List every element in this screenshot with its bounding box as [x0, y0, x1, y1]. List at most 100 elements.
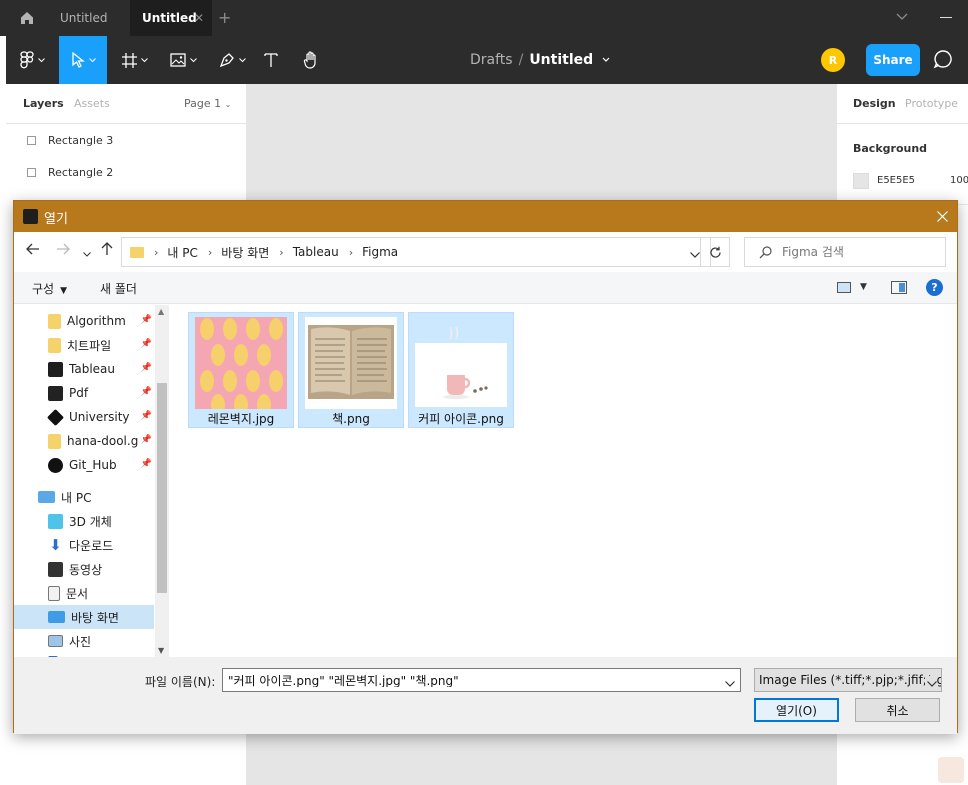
- text-tool-button[interactable]: [256, 36, 286, 84]
- cursor-arrow-icon: [71, 52, 85, 68]
- close-tab-icon[interactable]: ✕: [194, 11, 204, 25]
- scroll-down-icon[interactable]: ▼: [158, 646, 164, 655]
- nav-item-university[interactable]: University 📌: [14, 405, 154, 429]
- nav-item-label: 내 PC: [61, 490, 92, 505]
- arrow-up-icon: [101, 242, 113, 255]
- main-menu-button[interactable]: [6, 36, 58, 84]
- search-box[interactable]: [744, 237, 946, 267]
- background-opacity-value[interactable]: 100: [950, 175, 968, 186]
- window-minimize-icon[interactable]: [940, 17, 952, 18]
- tab-untitled-1[interactable]: Untitled: [48, 0, 130, 36]
- nav-item-github[interactable]: Git_Hub 📌: [14, 453, 154, 477]
- nav-item-this-pc[interactable]: 내 PC: [14, 485, 154, 509]
- nav-item-3d-objects[interactable]: 3D 개체: [14, 509, 154, 533]
- frame-tool-button[interactable]: [115, 36, 155, 84]
- comment-button[interactable]: [933, 49, 953, 72]
- layer-row[interactable]: Rectangle 3: [6, 124, 246, 156]
- new-folder-button[interactable]: 새 폴더: [100, 280, 137, 297]
- organize-label: 구성: [32, 282, 55, 296]
- nav-item-downloads[interactable]: ⬇ 다운로드: [14, 533, 154, 557]
- address-dropdown-button[interactable]: [690, 247, 700, 261]
- document-icon: [48, 585, 60, 601]
- layer-name: Rectangle 3: [48, 133, 114, 147]
- new-tab-plus-icon[interactable]: +: [218, 8, 231, 27]
- file-type-filter-select[interactable]: Image Files (*.tiff;*.pjp;*.jfif;*.gif: [754, 668, 942, 692]
- file-name-label: 커피 아이콘.png: [418, 412, 504, 426]
- address-crumb-desktop[interactable]: › 바탕 화면: [198, 244, 269, 261]
- image-tool-button[interactable]: [163, 36, 203, 84]
- search-input[interactable]: [782, 245, 932, 259]
- address-bar[interactable]: › 내 PC › 바탕 화면 › Tableau › Figma: [121, 237, 711, 267]
- nav-item-algorithm[interactable]: Algorithm 📌: [14, 309, 154, 333]
- navigation-scrollbar[interactable]: ▲ ▼: [155, 305, 169, 657]
- file-type-dropdown-button[interactable]: [925, 676, 937, 690]
- background-color-swatch[interactable]: [853, 173, 869, 189]
- background-hex-value[interactable]: E5E5E5: [877, 175, 915, 186]
- scrollbar-thumb[interactable]: [157, 383, 167, 593]
- address-crumb-figma[interactable]: › Figma: [339, 245, 398, 259]
- page-selector[interactable]: Page 1 ⌄: [184, 97, 231, 110]
- tab-untitled-2[interactable]: Untitled ✕: [130, 0, 212, 36]
- pin-icon: 📌: [140, 315, 152, 325]
- arrow-right-icon: [57, 243, 70, 255]
- 3d-objects-icon: [48, 513, 63, 529]
- move-tool-button[interactable]: [59, 36, 107, 84]
- file-name-dropdown-button[interactable]: [725, 676, 735, 690]
- nav-item-desktop[interactable]: 바탕 화면: [14, 605, 154, 629]
- address-crumb-tableau[interactable]: › Tableau: [269, 245, 338, 259]
- nav-item-tableau[interactable]: Tableau 📌: [14, 357, 154, 381]
- refresh-button[interactable]: [700, 237, 730, 267]
- file-name-input[interactable]: [228, 673, 708, 687]
- tab-assets[interactable]: Assets: [74, 97, 110, 110]
- nav-item-pictures[interactable]: 사진: [14, 629, 154, 653]
- cancel-button[interactable]: 취소: [855, 698, 940, 722]
- help-button[interactable]: ?: [926, 279, 943, 296]
- nav-item-label: Tableau: [69, 362, 115, 376]
- chevron-down-icon[interactable]: [602, 57, 610, 63]
- home-button[interactable]: [6, 0, 48, 36]
- share-button[interactable]: Share: [866, 44, 920, 76]
- file-name-combobox[interactable]: [222, 668, 741, 692]
- design-panel-header: Design Prototype: [837, 84, 968, 124]
- file-item-lemon-wallpaper[interactable]: 레몬벽지.jpg: [188, 312, 294, 428]
- pen-tool-button[interactable]: [212, 36, 252, 84]
- nav-item-cheatfile[interactable]: 치트파일 📌: [14, 333, 154, 357]
- tab-layers[interactable]: Layers: [23, 97, 64, 110]
- address-crumb-pc[interactable]: › 내 PC: [154, 244, 198, 261]
- dialog-close-button[interactable]: [927, 201, 957, 232]
- file-item-book[interactable]: 책.png: [298, 312, 404, 428]
- tabs-chevron-down-icon[interactable]: [896, 10, 908, 24]
- user-avatar[interactable]: R: [821, 48, 845, 72]
- background-section-label: Background: [853, 142, 928, 155]
- scroll-up-icon[interactable]: ▲: [158, 307, 164, 316]
- open-button[interactable]: 열기(O): [754, 698, 839, 722]
- recent-locations-button[interactable]: [83, 246, 91, 260]
- pc-icon: [38, 491, 55, 503]
- nav-item-videos[interactable]: 동영상: [14, 557, 154, 581]
- nav-item-label: 동영상: [69, 562, 103, 577]
- up-button[interactable]: [100, 242, 114, 259]
- open-file-dialog: 열기 › 내 PC › 바탕 화면 › Tableau › Figma Figm…: [13, 200, 958, 734]
- back-button[interactable]: [26, 242, 40, 259]
- layers-panel-header: Layers Assets Page 1 ⌄: [6, 84, 246, 124]
- nav-item-documents[interactable]: 문서: [14, 581, 154, 605]
- layer-row[interactable]: Rectangle 2: [6, 156, 246, 188]
- tab-prototype[interactable]: Prototype: [905, 97, 958, 110]
- nav-item-label: 문서: [66, 586, 89, 601]
- caret-down-icon[interactable]: ▼: [860, 282, 867, 292]
- file-name[interactable]: Untitled: [529, 52, 593, 68]
- view-options-icon[interactable]: [837, 282, 851, 293]
- tab-design[interactable]: Design: [853, 97, 896, 110]
- hand-tool-button[interactable]: [296, 36, 326, 84]
- forward-button[interactable]: [56, 242, 70, 259]
- file-name-label: 레몬벽지.jpg: [207, 412, 275, 426]
- nav-item-pdf[interactable]: Pdf 📌: [14, 381, 154, 405]
- breadcrumb-drafts[interactable]: Drafts: [470, 52, 513, 68]
- nav-item-hana-dool[interactable]: hana-dool.git📌: [14, 429, 154, 453]
- pin-icon: 📌: [140, 387, 152, 397]
- refresh-icon: [709, 246, 721, 258]
- organize-button[interactable]: 구성 ▼: [32, 280, 67, 297]
- file-item-coffee-icon[interactable]: 커피 아이콘.png: [408, 312, 514, 428]
- preview-pane-icon[interactable]: [891, 281, 907, 294]
- close-icon: [936, 211, 948, 222]
